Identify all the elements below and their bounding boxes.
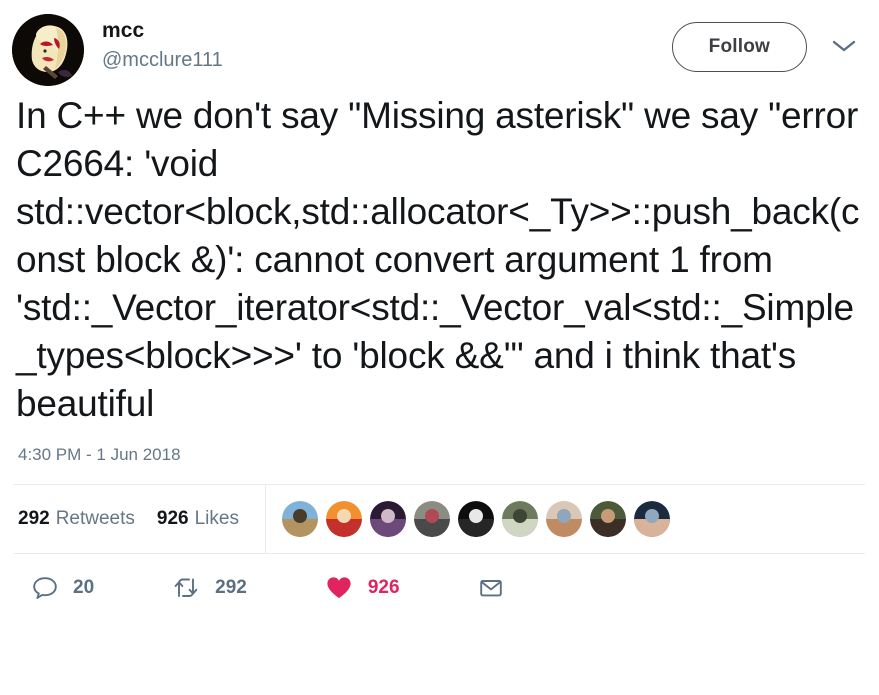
likes-count: 926 (156, 508, 189, 529)
retweets-count: 292 (18, 508, 50, 529)
author-display-name[interactable]: mcc (102, 18, 223, 44)
tweet-text: In C++ we don't say "Missing asterisk" w… (16, 95, 869, 424)
reply-count: 20 (73, 577, 95, 598)
liker-avatar-6[interactable] (501, 501, 538, 537)
author-handle[interactable]: @mcclure111 (102, 46, 223, 74)
retweets-label: Retweets (55, 508, 135, 529)
like-action[interactable]: 926 (325, 575, 400, 601)
follow-button[interactable]: Follow (671, 22, 807, 72)
liker-avatar-3[interactable] (369, 501, 406, 537)
reply-action[interactable]: 20 (32, 575, 94, 601)
retweet-icon (172, 575, 200, 601)
more-options-button[interactable] (825, 32, 863, 63)
retweets-stat[interactable]: 292 Retweets (18, 508, 135, 530)
liker-avatar-7[interactable] (545, 501, 582, 537)
author-identity: mcc @mcclure111 (102, 18, 223, 74)
chevron-down-icon (831, 38, 857, 57)
heart-icon (325, 575, 353, 601)
stats-separator (264, 485, 266, 553)
tweet-stats-row: 292 Retweets 926 Likes (12, 485, 867, 553)
like-count: 926 (367, 577, 400, 598)
retweet-count: 292 (215, 577, 247, 598)
liker-avatar-5[interactable] (457, 501, 494, 537)
liker-avatar-1[interactable] (281, 501, 318, 537)
tweet-action-bar: 20 292 926 (12, 554, 867, 622)
reply-icon (32, 575, 58, 601)
tweet-timestamp[interactable]: 4:30 PM - 1 Jun 2018 (12, 428, 867, 466)
liker-avatar-4[interactable] (413, 501, 450, 537)
header-actions: Follow (671, 22, 867, 72)
liker-avatar-8[interactable] (589, 501, 626, 537)
author-avatar[interactable] (12, 14, 84, 86)
tweet-header: mcc @mcclure111 Follow (12, 0, 867, 86)
envelope-icon (478, 575, 504, 601)
liker-avatar-9[interactable] (633, 501, 670, 537)
likes-stat[interactable]: 926 Likes (157, 508, 239, 530)
tweet-card: mcc @mcclure111 Follow In C++ we don't s… (0, 0, 879, 695)
retweet-action[interactable]: 292 (172, 575, 247, 601)
liker-facepile (281, 501, 678, 537)
direct-message-action[interactable] (478, 575, 504, 601)
liker-avatar-2[interactable] (325, 501, 362, 537)
likes-label: Likes (194, 508, 239, 529)
